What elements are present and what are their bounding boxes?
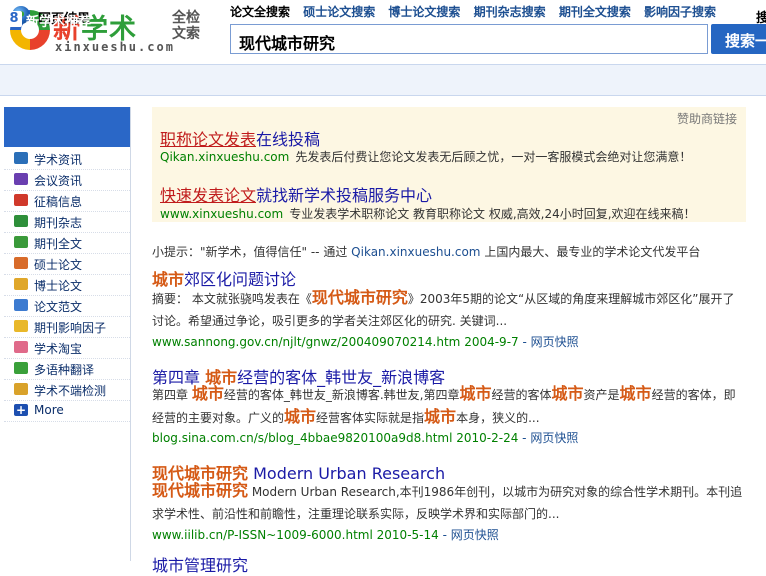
sidebar-item[interactable]: 博士论文 [4, 274, 130, 296]
ad-title[interactable]: 快速发表论文就找新学术投稿服务中心 [160, 182, 432, 206]
results-bar [0, 64, 766, 96]
result-url[interactable]: www.sannong.gov.cn/njlt/gnwz/20040907021… [152, 333, 579, 350]
keyword-highlight: 城市 [551, 384, 584, 403]
snippet-text: 经营客体实际就是指 [316, 411, 425, 425]
sidebar-item-label: 论文范文 [34, 300, 83, 314]
star-icon [14, 320, 28, 332]
cache-link[interactable]: - 网页快照 [522, 335, 578, 349]
nav-link[interactable]: 影响因子搜索 [644, 5, 716, 19]
cache-link[interactable]: - 网页快照 [522, 431, 578, 445]
sidebar-item-label: 博士论文 [34, 279, 83, 293]
sidebar-item-label: 学术淘宝 [34, 342, 83, 356]
ad-title[interactable]: 职称论文发表在线投稿 [160, 126, 320, 150]
ad-sponsor-label: 赞助商链接 [677, 112, 738, 126]
keyword-highlight: 现代城市研究 [152, 481, 249, 500]
sidebar-item[interactable]: 期刊全文 [4, 232, 130, 254]
snippet-text: 第四章 [152, 388, 192, 402]
sidebar-item[interactable]: 硕士论文 [4, 253, 130, 275]
sidebar-item[interactable]: 论文范文 [4, 295, 130, 317]
pencil-icon [14, 299, 28, 311]
search-button[interactable]: 搜索一 [711, 24, 766, 54]
result-snippet: 第四章 城市经营的客体_韩世友_新浪博客.韩世友,第四章城市经营的客体城市资产是… [152, 383, 744, 429]
sidebar-item-label: 学术资讯 [34, 153, 83, 167]
ad-line: Qikan.xinxueshu.com 先发表后付费让您论文发表无后顾之忧，一对一… [160, 150, 692, 164]
top-nav: 论文全搜索 硕士论文搜索 博士论文搜索 期刊杂志搜索 期刊全文搜索 影响因子搜索 [230, 3, 725, 20]
sidebar-item[interactable]: 学术不端检测 [4, 379, 130, 401]
sidebar-item[interactable]: 期刊影响因子 [4, 316, 130, 338]
nav-link[interactable]: 博士论文搜索 [388, 5, 460, 19]
heart-icon [14, 341, 28, 353]
meeting-icon [14, 173, 28, 185]
result-url[interactable]: www.iilib.cn/P-ISSN~1009-6000.html 2010-… [152, 526, 499, 543]
result-snippet: 摘要： 本文就张骁鸣发表在《现代城市研究》2003年5期的论文“从区域的角度来理… [152, 287, 744, 332]
sidebar-item-label: 征稿信息 [34, 195, 83, 209]
keyword-highlight: 城市 [284, 407, 317, 426]
book-green-icon [14, 236, 28, 248]
snippet-text: 资产是 [583, 388, 620, 402]
nav-link[interactable]: 论文全搜索 [230, 5, 290, 19]
keyword-highlight: 城市 [191, 384, 224, 403]
ad-line: www.xinxueshu.com 专业发表学术职称论文 教育职称论文 权威,高效… [160, 207, 696, 221]
sidebar-header [4, 107, 130, 147]
search-input[interactable]: 现代城市研究 [230, 24, 708, 54]
sidebar-item-label: 期刊杂志 [34, 216, 83, 230]
sidebar-item[interactable]: 学术资讯 [4, 148, 130, 170]
result-snippet: 现代城市研究 Modern Urban Research,本刊1986年创刊，以… [152, 480, 744, 525]
sidebar-item[interactable]: + More [4, 400, 130, 422]
results-edge-text: 搜 [756, 11, 766, 26]
sidebar-title: 新学术推荐 [26, 15, 92, 30]
puzzle-icon [14, 362, 28, 374]
sidebar-item-label: 学术不端检测 [34, 384, 107, 398]
tag-icon [14, 278, 28, 290]
sidebar-item-label: 多语种翻译 [34, 363, 95, 377]
logo-side-text: 全检 文索 [172, 10, 200, 42]
cache-link[interactable]: - 网页快照 [443, 528, 499, 542]
pin-icon [14, 257, 28, 269]
sidebar-item-label: 期刊全文 [34, 237, 83, 251]
sidebar-item-label: 会议资讯 [34, 174, 83, 188]
keyword-highlight: 城市 [424, 407, 457, 426]
tip-url[interactable]: Qikan.xinxueshu.com [351, 245, 480, 259]
snippet-text: 经营的客体_韩世友_新浪博客.韩世友,第四章 [223, 388, 460, 402]
result-title-cut[interactable]: 城市管理研究 [152, 552, 248, 576]
sidebar-item-label: More [34, 403, 64, 417]
chat-icon [14, 215, 28, 227]
logo-url: xinxueshu.com [55, 40, 175, 54]
keyword-highlight: 城市 [619, 384, 652, 403]
snippet-text: 本身，狭义的... [456, 411, 540, 425]
sidebar-item-label: 硕士论文 [34, 258, 83, 272]
snippet-text: 经营的客体 [491, 388, 552, 402]
sidebar-item[interactable]: 期刊杂志 [4, 211, 130, 233]
tip: 小提示："新学术，值得信任" -- 通过 Qikan.xinxueshu.com… [152, 245, 701, 259]
sidebar-item[interactable]: 学术淘宝 [4, 337, 130, 359]
brand-icon: 8 [6, 11, 22, 27]
key-icon [14, 383, 28, 395]
book-icon [14, 152, 28, 164]
result-url[interactable]: blog.sina.com.cn/s/blog_4bbae9820100a9d8… [152, 429, 578, 446]
keyword-highlight: 城市 [459, 384, 492, 403]
keyword-highlight: 现代城市研究 [311, 288, 408, 307]
sidebar-item[interactable]: 征稿信息 [4, 190, 130, 212]
sidebar-item-label: 期刊影响因子 [34, 321, 107, 335]
ad-url[interactable]: Qikan.xinxueshu.com [160, 150, 289, 164]
sidebar-item[interactable]: 会议资讯 [4, 169, 130, 191]
ad-url[interactable]: www.xinxueshu.com [160, 207, 283, 221]
nav-link[interactable]: 期刊全文搜索 [559, 5, 631, 19]
snippet-text: 摘要： 本文就张骁鸣发表在《 [152, 292, 312, 306]
plus-icon: + [14, 403, 28, 417]
nav-link[interactable]: 期刊杂志搜索 [474, 5, 546, 19]
flag-icon [14, 194, 28, 206]
nav-link[interactable]: 硕士论文搜索 [303, 5, 375, 19]
sidebar-item[interactable]: 多语种翻译 [4, 358, 130, 380]
